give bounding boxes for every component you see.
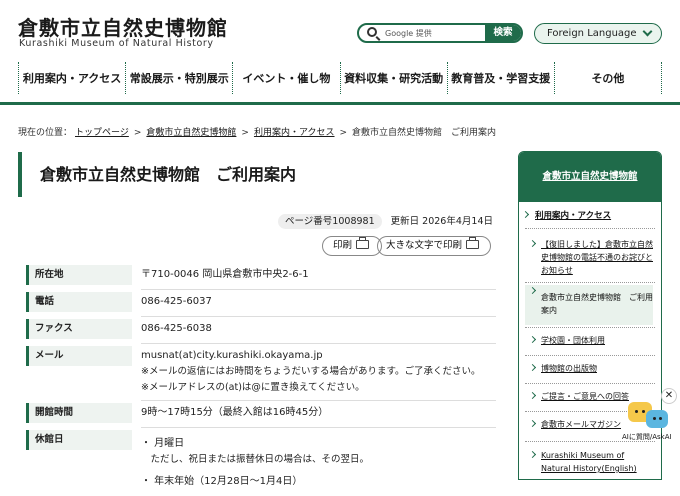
- breadcrumb-link-museum[interactable]: 倉敷市立自然史博物館: [146, 128, 236, 138]
- breadcrumb-current: 倉敷市立自然史博物館 ご利用案内: [351, 128, 496, 138]
- foreign-language-label: Foreign Language: [547, 28, 637, 39]
- breadcrumb-link-top[interactable]: トップページ: [75, 128, 129, 138]
- printer-icon: [466, 237, 480, 249]
- chat-bubble-icon: [646, 410, 668, 428]
- info-label-phone: 電話: [26, 292, 132, 312]
- breadcrumb: 現在の位置： トップページ > 倉敷市立自然史博物館 > 利用案内・アクセス > 倉敷市立自…: [18, 128, 496, 138]
- search-box[interactable]: Google 提供 検索: [357, 23, 523, 43]
- email-address: musnat(at)city.kurashiki.okayama.jp: [141, 350, 323, 361]
- foreign-language-button[interactable]: Foreign Language: [534, 23, 662, 44]
- ask-ai-label: AIに質問/AskAI: [622, 433, 672, 441]
- print-button[interactable]: 印刷: [322, 236, 382, 256]
- info-value-hours: 9時～17時15分（最終入館は16時45分）: [141, 405, 496, 428]
- ask-ai-widget[interactable]: ✕ AIに質問/AskAI: [622, 388, 680, 448]
- search-icon: [367, 27, 377, 37]
- page-number: ページ番号1008981: [278, 214, 382, 229]
- info-value-email: musnat(at)city.kurashiki.okayama.jp ※メール…: [141, 348, 496, 401]
- info-value-closed: ・ 月曜日 ただし、祝日または振替休日の場合は、その翌日。 ・ 年末年始（12月…: [141, 438, 370, 487]
- print-large-button[interactable]: 大きな文字で印刷: [377, 236, 491, 256]
- sidebar-item-group-use[interactable]: 学校園・団体利用: [525, 334, 653, 347]
- sidebar-item-recovery-notice[interactable]: 【復旧しました】倉敷市立自然史博物館の電話不通のお詫びとお知らせ: [525, 238, 653, 277]
- printer-icon: [356, 237, 370, 249]
- print-large-label: 大きな文字で印刷: [386, 240, 463, 251]
- site-logo-subtitle: Kurashiki Museum of Natural History: [19, 38, 214, 49]
- chevron-down-icon: [642, 26, 653, 37]
- site-header: 倉敷市立自然史博物館 Kurashiki Museum of Natural H…: [0, 0, 680, 62]
- nav-item-education[interactable]: 教育普及・学習支援: [446, 62, 554, 94]
- sidebar-item-english[interactable]: Kurashiki Museum of Natural History(Engl…: [525, 449, 653, 475]
- info-label-fax: ファクス: [26, 319, 132, 339]
- nav-item-access[interactable]: 利用案内・アクセス: [18, 62, 125, 94]
- info-value-phone: 086-425-6037: [141, 294, 496, 317]
- nav-item-other[interactable]: その他: [553, 62, 663, 94]
- nav-divider: [0, 102, 680, 105]
- breadcrumb-link-access[interactable]: 利用案内・アクセス: [254, 128, 335, 138]
- sidebar-section-access[interactable]: 利用案内・アクセス: [525, 209, 611, 221]
- page-meta: ページ番号1008981 更新日 2026年4月14日: [278, 213, 493, 229]
- nav-item-research[interactable]: 資料収集・研究活動: [339, 62, 447, 94]
- page-title: 倉敷市立自然史博物館 ご利用案内: [18, 152, 496, 197]
- close-icon[interactable]: ✕: [661, 388, 677, 404]
- sidebar-item-publications[interactable]: 博物館の出版物: [525, 362, 653, 375]
- breadcrumb-prefix: 現在の位置：: [18, 128, 73, 138]
- info-label-email: メール: [26, 346, 132, 366]
- info-value-address: 〒710-0046 岡山県倉敷市中央2-6-1: [141, 267, 496, 290]
- info-value-fax: 086-425-6038: [141, 321, 496, 344]
- info-label-address: 所在地: [26, 265, 132, 285]
- print-label: 印刷: [333, 240, 353, 251]
- global-nav: 利用案内・アクセス 常設展示・特別展示 イベント・催し物 資料収集・研究活動 教…: [18, 62, 663, 94]
- site-logo-title[interactable]: 倉敷市立自然史博物館: [18, 12, 228, 41]
- updated-date: 更新日 2026年4月14日: [390, 216, 493, 227]
- nav-item-exhibitions[interactable]: 常設展示・特別展示: [125, 62, 232, 94]
- sidebar-title[interactable]: 倉敷市立自然史博物館: [519, 152, 661, 202]
- search-input[interactable]: Google 提供: [385, 28, 432, 39]
- search-button[interactable]: 検索: [485, 25, 521, 41]
- nav-item-events[interactable]: イベント・催し物: [232, 62, 339, 94]
- info-label-closed: 休館日: [26, 430, 132, 450]
- info-label-hours: 開館時間: [26, 403, 132, 423]
- sidebar-item-current-guide[interactable]: 倉敷市立自然史博物館 ご利用案内: [525, 285, 653, 325]
